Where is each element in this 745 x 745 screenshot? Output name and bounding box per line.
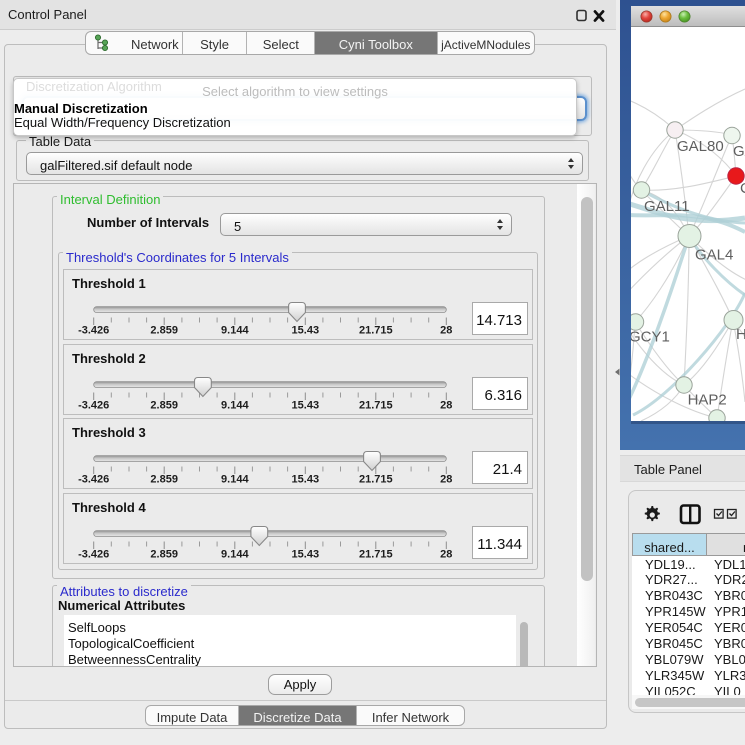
svg-text:9.144: 9.144	[221, 548, 249, 560]
svg-text:GAL4: GAL4	[695, 247, 733, 264]
svg-text:28: 28	[440, 474, 452, 486]
svg-text:15.43: 15.43	[292, 548, 320, 560]
svg-text:HAP2: HAP2	[688, 391, 727, 408]
svg-text:15.43: 15.43	[292, 325, 320, 337]
svg-text:9.144: 9.144	[221, 474, 249, 486]
svg-text:GA: GA	[733, 143, 745, 160]
svg-text:28: 28	[440, 548, 452, 560]
svg-text:15.43: 15.43	[292, 474, 320, 486]
svg-text:28: 28	[440, 399, 452, 411]
svg-text:H: H	[736, 326, 745, 343]
svg-text:GCY1: GCY1	[631, 329, 670, 346]
svg-text:21.715: 21.715	[359, 548, 393, 560]
svg-text:9.144: 9.144	[221, 399, 249, 411]
svg-text:2.859: 2.859	[150, 474, 178, 486]
svg-text:GAL80: GAL80	[677, 138, 724, 155]
svg-text:-3.426: -3.426	[78, 474, 109, 486]
svg-text:21.715: 21.715	[359, 399, 393, 411]
svg-text:21.715: 21.715	[359, 474, 393, 486]
svg-text:2.859: 2.859	[150, 548, 178, 560]
svg-text:28: 28	[440, 325, 452, 337]
svg-text:-3.426: -3.426	[78, 548, 109, 560]
svg-text:9.144: 9.144	[221, 325, 249, 337]
svg-text:C: C	[740, 180, 745, 197]
svg-text:2.859: 2.859	[150, 399, 178, 411]
svg-text:GAL11: GAL11	[644, 198, 690, 215]
svg-text:2.859: 2.859	[150, 325, 178, 337]
svg-text:-3.426: -3.426	[78, 325, 109, 337]
svg-text:21.715: 21.715	[359, 325, 393, 337]
svg-text:-3.426: -3.426	[78, 399, 109, 411]
svg-text:15.43: 15.43	[292, 399, 320, 411]
